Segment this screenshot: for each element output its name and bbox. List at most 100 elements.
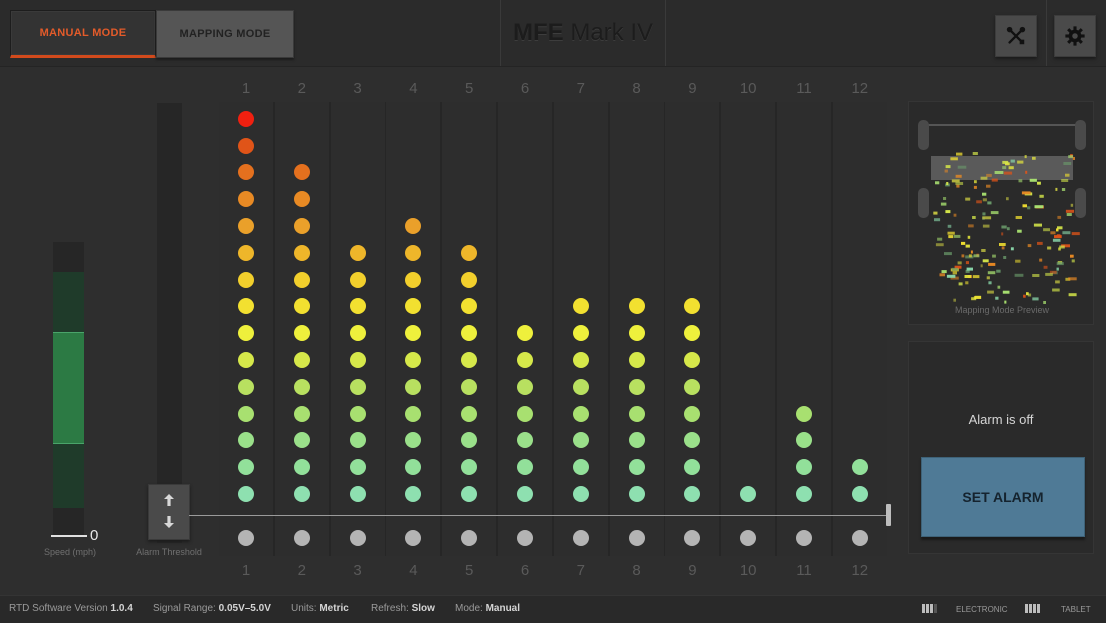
- level-dot: [293, 459, 310, 476]
- level-dot: [293, 486, 310, 502]
- level-dot: [461, 244, 478, 261]
- app-title: MFE Mark IV: [513, 19, 653, 47]
- level-dot: [572, 459, 589, 476]
- alarm-threshold-label: Alarm Threshold: [136, 547, 202, 557]
- level-dot: [238, 271, 254, 288]
- gear-icon: [1065, 26, 1085, 46]
- preview-mark: [1037, 181, 1041, 185]
- baseline-dot: [851, 530, 868, 546]
- manual-mode-button[interactable]: MANUAL MODE: [10, 10, 156, 58]
- level-dot: [461, 432, 478, 449]
- sensor-column[interactable]: [442, 102, 497, 556]
- preview-mark: [1054, 235, 1062, 239]
- preview-mark: [966, 267, 973, 271]
- level-dot: [684, 405, 701, 422]
- mapping-preview-panel[interactable]: Mapping Mode Preview: [908, 101, 1094, 325]
- preview-mark: [972, 275, 980, 279]
- level-dot: [349, 486, 366, 502]
- sensor-column[interactable]: [721, 102, 776, 556]
- threshold-line-cap[interactable]: [886, 504, 891, 526]
- level-dot: [293, 164, 310, 181]
- sensor-column[interactable]: [498, 102, 552, 556]
- preview-mark: [933, 211, 938, 215]
- preview-roller: [1075, 120, 1086, 150]
- level-dot: [684, 486, 701, 502]
- level-dot: [238, 137, 254, 154]
- preview-mark: [1027, 244, 1032, 248]
- preview-mark: [1039, 258, 1043, 262]
- app-title-rest: Mark IV: [563, 19, 653, 46]
- preview-mark: [956, 184, 960, 188]
- alarm-threshold-handle[interactable]: [148, 484, 190, 540]
- level-dot: [293, 271, 310, 288]
- preview-mark: [1068, 277, 1077, 281]
- settings-button[interactable]: [1054, 15, 1096, 57]
- sensor-column[interactable]: [609, 102, 664, 556]
- tablet-battery-label: TABLET: [1061, 605, 1091, 614]
- preview-mark: [1001, 232, 1004, 236]
- preview-rail: [925, 124, 1079, 126]
- level-dot: [684, 432, 701, 449]
- preview-mark: [1003, 256, 1007, 259]
- preview-mark: [982, 216, 992, 220]
- mode-label: Mode:: [455, 603, 483, 614]
- level-dot: [461, 325, 478, 342]
- sensor-column[interactable]: [219, 102, 273, 556]
- column-label: 2: [297, 562, 306, 579]
- mapping-mode-button[interactable]: MAPPING MODE: [156, 10, 294, 58]
- preview-mark: [1057, 215, 1062, 219]
- preview-mark: [944, 252, 952, 256]
- level-dot: [238, 325, 254, 342]
- alarm-threshold-track[interactable]: [157, 103, 182, 543]
- preview-mark: [1033, 223, 1042, 227]
- preview-mark: [1043, 265, 1048, 269]
- level-dot: [293, 244, 310, 261]
- set-alarm-button[interactable]: SET ALARM: [921, 457, 1085, 537]
- sensor-column[interactable]: [274, 102, 329, 556]
- tools-button[interactable]: [995, 15, 1037, 57]
- preview-mark: [953, 298, 956, 302]
- preview-mark: [951, 267, 958, 271]
- preview-mark: [1039, 194, 1044, 198]
- preview-mark: [1032, 156, 1036, 160]
- version-label: RTD Software Version: [9, 603, 108, 614]
- speed-meter: [53, 242, 84, 536]
- sensor-column[interactable]: [665, 102, 720, 556]
- preview-mark: [965, 244, 970, 248]
- level-dot: [349, 271, 366, 288]
- sensor-grid: [219, 102, 887, 556]
- preview-mark: [956, 152, 963, 156]
- preview-mark: [944, 169, 948, 173]
- preview-mark: [1006, 197, 1009, 201]
- level-dot: [572, 352, 589, 368]
- preview-mark: [1056, 262, 1064, 266]
- preview-mark: [961, 241, 966, 245]
- preview-mark: [1010, 159, 1015, 163]
- sensor-column[interactable]: [777, 102, 831, 556]
- sensor-column[interactable]: [330, 102, 385, 556]
- preview-roller: [1075, 188, 1086, 218]
- baseline-dot: [517, 530, 533, 546]
- level-dot: [517, 432, 533, 449]
- sensor-column[interactable]: [386, 102, 441, 556]
- preview-mark: [1045, 272, 1053, 276]
- preview-mark: [951, 179, 960, 183]
- tablet-battery-icon: [1025, 604, 1040, 613]
- level-dot: [461, 271, 478, 288]
- level-dot: [238, 164, 254, 181]
- column-label: 3: [353, 80, 362, 97]
- mode-value: Manual: [485, 603, 521, 614]
- battery-bar: [930, 604, 933, 613]
- preview-mark: [988, 262, 996, 266]
- column-label: 10: [739, 80, 757, 97]
- sensor-column[interactable]: [832, 102, 887, 556]
- column-label: 5: [465, 562, 474, 579]
- battery-bar: [922, 604, 925, 613]
- column-label: 10: [739, 562, 757, 579]
- preview-mark: [973, 254, 980, 258]
- preview-mark: [1034, 205, 1044, 209]
- sensor-column[interactable]: [553, 102, 608, 556]
- battery-bar: [1025, 604, 1028, 613]
- header-divider: [1046, 0, 1047, 66]
- preview-mark: [1029, 178, 1037, 182]
